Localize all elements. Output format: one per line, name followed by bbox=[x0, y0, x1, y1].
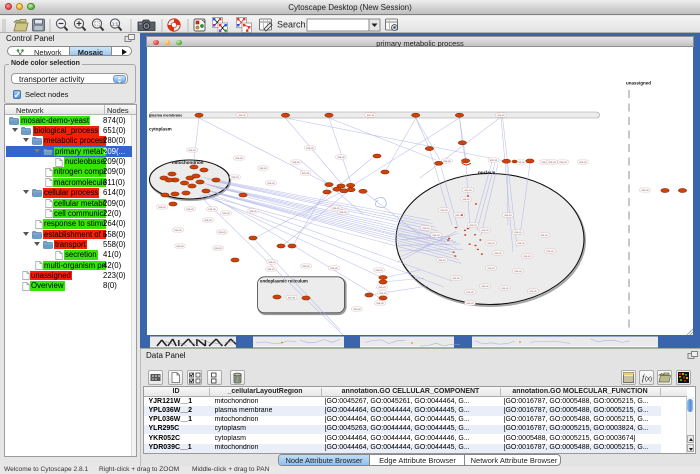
svg-text:xxx-xx: xxx-xx bbox=[302, 172, 310, 175]
svg-text:xxx-xx: xxx-xx bbox=[214, 247, 222, 250]
svg-text:xxx-xx: xxx-xx bbox=[529, 290, 537, 293]
svg-text:xxx-xx: xxx-xx bbox=[438, 259, 446, 262]
svg-text:xxx-xx: xxx-xx bbox=[353, 308, 361, 311]
svg-text:xxx-xx: xxx-xx bbox=[517, 242, 525, 245]
svg-text:xxx-xx: xxx-xx bbox=[249, 210, 257, 213]
svg-text:xxx-xx: xxx-xx bbox=[517, 161, 525, 164]
svg-text:xxx-xx: xxx-xx bbox=[376, 302, 384, 305]
svg-text:1:1: 1:1 bbox=[112, 21, 119, 26]
svg-text:xxx-xx: xxx-xx bbox=[546, 250, 554, 253]
svg-text:xxx-xx: xxx-xx bbox=[494, 252, 502, 255]
svg-text:xxx-xx: xxx-xx bbox=[158, 206, 166, 209]
svg-text:xxx-xx: xxx-xx bbox=[330, 267, 338, 270]
svg-text:xxx-xx: xxx-xx bbox=[497, 114, 505, 117]
svg-text:xxx-xx: xxx-xx bbox=[176, 245, 184, 248]
svg-text:mitochondrion: mitochondrion bbox=[172, 160, 204, 165]
svg-text:xxx-xx: xxx-xx bbox=[378, 286, 386, 289]
svg-text:xxx-xx: xxx-xx bbox=[490, 159, 498, 162]
svg-text:xxx-xx: xxx-xx bbox=[186, 208, 194, 211]
svg-text:xxx-xx: xxx-xx bbox=[332, 207, 340, 210]
svg-text:xxx-xx: xxx-xx bbox=[268, 261, 276, 264]
svg-text:xxx-xx: xxx-xx bbox=[204, 219, 212, 222]
svg-text:xxx-xx: xxx-xx bbox=[267, 268, 275, 271]
svg-text:(x): (x) bbox=[645, 377, 652, 383]
svg-text:xxx-xx: xxx-xx bbox=[462, 198, 470, 201]
svg-text:xxx-xx: xxx-xx bbox=[469, 224, 477, 227]
svg-text:endoplasmic reticulum: endoplasmic reticulum bbox=[260, 279, 308, 284]
svg-text:xxx-xx: xxx-xx bbox=[375, 269, 383, 272]
svg-text:xxx-xx: xxx-xx bbox=[641, 189, 649, 192]
svg-text:xxx-xx: xxx-xx bbox=[501, 287, 509, 290]
svg-text:xxx-xx: xxx-xx bbox=[487, 242, 495, 245]
svg-text:xxx-xx: xxx-xx bbox=[231, 176, 239, 179]
svg-text:xxx-xx: xxx-xx bbox=[514, 270, 522, 273]
svg-text:xxx-xx: xxx-xx bbox=[259, 167, 267, 170]
svg-text:xxx-xx: xxx-xx bbox=[337, 156, 345, 159]
svg-text:Search:: Search: bbox=[277, 20, 308, 30]
svg-text:xxx-xx: xxx-xx bbox=[579, 161, 587, 164]
svg-text:xxx-xx: xxx-xx bbox=[540, 234, 548, 237]
svg-text:xxx-xx: xxx-xx bbox=[306, 147, 314, 150]
svg-text:xxx-xx: xxx-xx bbox=[443, 160, 451, 163]
svg-text:xxx-xx: xxx-xx bbox=[466, 302, 474, 305]
svg-text:xxx-xx: xxx-xx bbox=[452, 277, 460, 280]
svg-text:xxx-xx: xxx-xx bbox=[174, 229, 182, 232]
svg-text:unassigned: unassigned bbox=[626, 81, 651, 86]
svg-text:xxx-xx: xxx-xx bbox=[208, 208, 216, 211]
svg-text:xxx-xx: xxx-xx bbox=[422, 227, 430, 230]
svg-text:xxx-xx: xxx-xx bbox=[464, 189, 472, 192]
svg-text:xxx-xx: xxx-xx bbox=[367, 114, 375, 117]
svg-text:xxx-xx: xxx-xx bbox=[188, 149, 196, 152]
svg-text:cytoplasm: cytoplasm bbox=[149, 127, 172, 132]
svg-text:xxx-xx: xxx-xx bbox=[466, 291, 474, 294]
svg-text:xxx-xx: xxx-xx bbox=[504, 214, 512, 217]
svg-text:xxx-xx: xxx-xx bbox=[302, 265, 310, 268]
svg-text:xxx-xx: xxx-xx bbox=[235, 157, 243, 160]
svg-text:xxx-xx: xxx-xx bbox=[222, 212, 230, 215]
svg-text:xxx-xx: xxx-xx bbox=[523, 255, 531, 258]
svg-text:xxx-xx: xxx-xx bbox=[481, 285, 489, 288]
svg-text:xxx-xx: xxx-xx bbox=[548, 161, 556, 164]
svg-text:xxx-xx: xxx-xx bbox=[238, 114, 246, 117]
svg-text:xxx-xx: xxx-xx bbox=[481, 229, 489, 232]
svg-text:xxx-xx: xxx-xx bbox=[487, 267, 495, 270]
svg-text:xxx-xx: xxx-xx bbox=[267, 182, 275, 185]
svg-text:xxx-xx: xxx-xx bbox=[218, 231, 226, 234]
svg-text:xxx-xx: xxx-xx bbox=[559, 161, 567, 164]
svg-text:xxx-xx: xxx-xx bbox=[432, 234, 440, 237]
svg-text:xxx-xx: xxx-xx bbox=[339, 211, 347, 214]
svg-text:plasma membrane: plasma membrane bbox=[149, 114, 182, 118]
svg-text:xxx-xx: xxx-xx bbox=[379, 292, 387, 295]
svg-text:xxx-xx: xxx-xx bbox=[292, 161, 300, 164]
svg-text:xxx-xx: xxx-xx bbox=[514, 231, 522, 234]
svg-text:xxx-xx: xxx-xx bbox=[288, 297, 296, 300]
svg-text:xxx-xx: xxx-xx bbox=[440, 209, 448, 212]
